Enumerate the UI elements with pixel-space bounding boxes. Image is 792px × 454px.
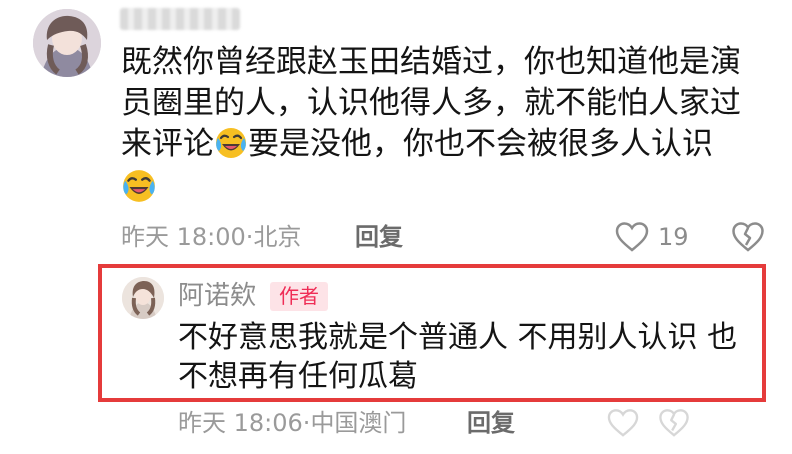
like-button[interactable]: 19 xyxy=(614,220,689,254)
heart-icon[interactable] xyxy=(606,408,640,438)
reply-button[interactable]: 回复 xyxy=(355,222,403,252)
comment-meta: 昨天 18:00·北京 xyxy=(121,222,301,252)
user-avatar-icon xyxy=(33,9,101,77)
laughing-crying-emoji-icon xyxy=(121,168,157,208)
reply-username[interactable]: 阿诺欸 xyxy=(178,280,256,312)
heart-icon xyxy=(615,222,649,252)
comment-avatar[interactable] xyxy=(33,9,101,77)
reply-button[interactable]: 回复 xyxy=(467,408,515,438)
author-avatar-icon xyxy=(122,277,164,319)
reply-text: 不好意思我就是个普通人 不用别人认识 也不想再有任何瓜葛 xyxy=(178,320,738,394)
laughing-crying-emoji-icon xyxy=(214,126,248,171)
comment-location: 北京 xyxy=(253,223,302,251)
comment-text-part-2: 要是没他，你也不会被很多人认识 xyxy=(248,126,713,162)
reply-meta: 昨天 18:06·中国澳门 xyxy=(178,408,406,438)
author-avatar[interactable] xyxy=(122,277,164,319)
author-badge: 作者 xyxy=(270,282,328,311)
comment-timestamp: 昨天 18:00 xyxy=(121,223,246,251)
faded-reaction-icons xyxy=(606,407,766,439)
dislike-button[interactable] xyxy=(731,221,765,257)
reply-timestamp: 昨天 18:06 xyxy=(178,409,303,437)
broken-heart-icon[interactable] xyxy=(658,408,690,438)
reply-location: 中国澳门 xyxy=(310,409,407,437)
broken-heart-icon xyxy=(732,222,764,252)
comment-text: 既然你曾经跟赵玉田结婚过，你也知道他是演员圈里的人，认识他得人多，就不能怕人家过… xyxy=(121,42,761,171)
like-count: 19 xyxy=(658,223,689,251)
blurred-username xyxy=(120,8,240,30)
